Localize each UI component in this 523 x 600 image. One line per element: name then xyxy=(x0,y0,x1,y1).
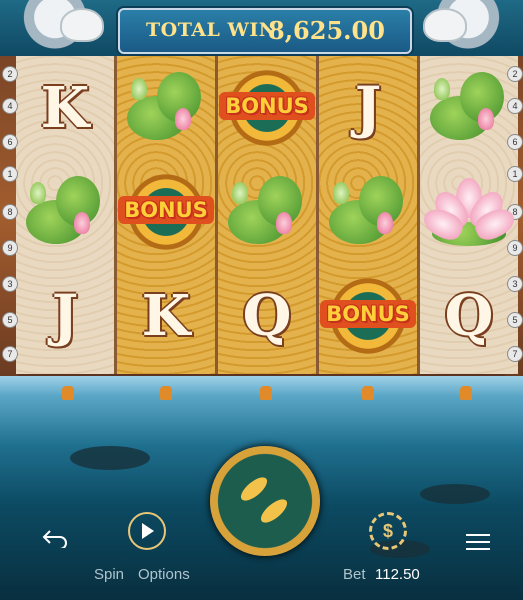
lotus-leaf-icon xyxy=(22,172,108,252)
payline-number: 4 xyxy=(2,98,18,114)
letter-symbol-text: Q xyxy=(242,283,292,349)
lotus-leaf-symbol xyxy=(20,164,110,260)
reel-divider xyxy=(316,56,319,374)
bonus-label: BONUS xyxy=(320,300,416,328)
bell-ornament xyxy=(362,386,374,400)
letter-symbol-k: K xyxy=(121,268,211,364)
koi-spin-icon xyxy=(257,495,291,527)
letter-symbol-j: J xyxy=(323,60,413,156)
total-win-value: 8,625.00 xyxy=(268,16,385,45)
bonus-symbol: BONUS xyxy=(320,268,416,364)
payline-number: 9 xyxy=(2,240,18,256)
bonus-label: BONUS xyxy=(219,92,315,120)
payline-number: 1 xyxy=(2,166,18,182)
koi-spin-icon xyxy=(237,473,271,505)
play-icon xyxy=(142,523,154,539)
lotus-flower-symbol xyxy=(419,164,519,260)
bell-ornament xyxy=(260,386,272,400)
letter-symbol-q: Q xyxy=(222,268,312,364)
letter-symbol-j: J xyxy=(20,268,110,364)
bell-ornament xyxy=(460,386,472,400)
koi-silhouette xyxy=(420,484,490,504)
lotus-leaf-symbol xyxy=(424,60,514,156)
bet-value: 112.50 xyxy=(375,566,420,583)
lotus-leaf-symbol xyxy=(121,60,211,156)
lotus-leaf-icon xyxy=(123,68,209,148)
back-arrow-icon[interactable] xyxy=(42,528,68,550)
payline-number: 6 xyxy=(2,134,18,150)
reel-divider xyxy=(215,56,218,374)
bet-label: Bet xyxy=(343,566,366,583)
payline-number: 2 xyxy=(2,66,18,82)
lotus-leaf-symbol xyxy=(222,164,312,260)
coin-dollar-icon[interactable]: $ xyxy=(369,512,407,550)
lotus-leaf-symbol xyxy=(323,164,413,260)
payline-number: 3 xyxy=(2,276,18,292)
letter-symbol-text: J xyxy=(51,283,79,349)
spin-options-button[interactable] xyxy=(128,512,166,550)
payline-number: 5 xyxy=(2,312,18,328)
payline-number: 8 xyxy=(2,204,18,220)
bonus-disc-icon: BONUS xyxy=(219,64,315,152)
letter-symbol-text: J xyxy=(354,75,382,141)
payline-number: 7 xyxy=(2,346,18,362)
total-win-banner: TOTAL WIN 8,625.00 xyxy=(118,8,412,54)
letter-symbol-text: K xyxy=(40,75,90,141)
spin-label: Spin xyxy=(94,566,125,583)
lotus-flower-icon xyxy=(419,172,519,252)
reel-divider xyxy=(417,56,420,374)
total-win-label: TOTAL WIN xyxy=(146,19,277,41)
lotus-leaf-icon xyxy=(325,172,411,252)
lotus-leaf-icon xyxy=(224,172,310,252)
bell-ornament xyxy=(62,386,74,400)
bonus-label: BONUS xyxy=(118,196,214,224)
bonus-disc-icon: BONUS xyxy=(320,272,416,360)
spin-button[interactable] xyxy=(210,446,320,556)
bonus-disc-icon: BONUS xyxy=(118,168,214,256)
bell-ornament xyxy=(160,386,172,400)
lotus-leaf-icon xyxy=(426,68,512,148)
bonus-symbol: BONUS xyxy=(118,164,214,260)
reel-divider xyxy=(114,56,117,374)
letter-symbol-q: Q xyxy=(424,268,514,364)
bonus-symbol: BONUS xyxy=(219,60,315,156)
letter-symbol-text: Q xyxy=(444,283,494,349)
letter-symbol-k: K xyxy=(20,60,110,156)
shell-ornament-left xyxy=(0,0,110,58)
letter-symbol-text: K xyxy=(141,283,191,349)
options-label: Options xyxy=(138,566,190,583)
shell-ornament-right xyxy=(413,0,523,58)
koi-silhouette xyxy=(70,446,150,470)
